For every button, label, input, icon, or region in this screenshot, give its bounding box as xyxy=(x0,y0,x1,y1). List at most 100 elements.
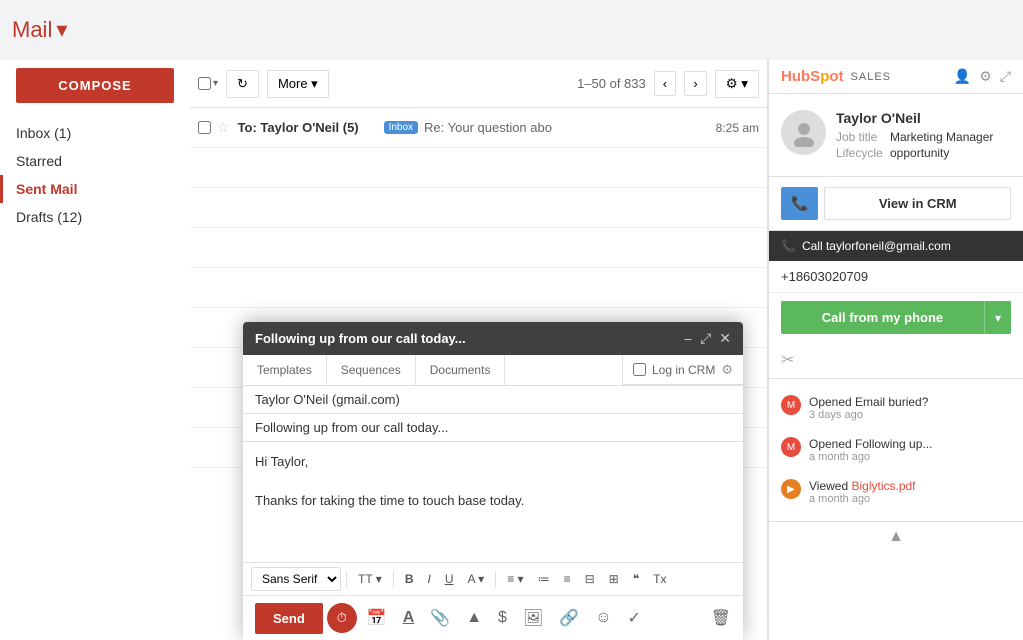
compose-close-button[interactable]: ✕ xyxy=(719,330,731,347)
ordered-list-button[interactable]: ≔ xyxy=(532,569,556,589)
outdent-button[interactable]: ⊞ xyxy=(603,569,625,589)
text-button[interactable]: A xyxy=(397,603,421,633)
clear-format-button[interactable]: Tx xyxy=(647,569,672,589)
phone-button[interactable]: 📞 xyxy=(781,187,818,220)
compose-header-icons: − ⤢ ✕ xyxy=(684,330,731,347)
sidebar-item-starred[interactable]: Starred xyxy=(0,147,190,175)
star-icon[interactable]: ☆ xyxy=(217,119,230,136)
job-title-row: Job title Marketing Manager xyxy=(836,130,1011,144)
compose-modal: Following up from our call today... − ⤢ … xyxy=(243,322,743,640)
select-all-wrapper[interactable]: ▾ xyxy=(198,77,218,90)
select-all-checkbox[interactable] xyxy=(198,77,211,90)
tools-icon: ✂ xyxy=(781,352,794,369)
schedule-button[interactable]: ⏱ xyxy=(327,603,357,633)
mail-title-text: Mail xyxy=(12,17,52,43)
text-size-button[interactable]: TT ▾ xyxy=(352,569,388,589)
scroll-up-section: ▲ xyxy=(769,521,1023,552)
compose-header[interactable]: Following up from our call today... − ⤢ … xyxy=(243,322,743,355)
log-in-crm-checkbox[interactable] xyxy=(633,363,646,376)
hubspot-action-button[interactable]: ✓ xyxy=(622,602,647,634)
sidebar-item-sent[interactable]: Sent Mail xyxy=(0,175,190,203)
bold-button[interactable]: B xyxy=(399,569,420,589)
tab-templates[interactable]: Templates xyxy=(243,355,327,385)
dropdown-caret-icon: ▾ xyxy=(995,311,1001,325)
tools-section: ✂ xyxy=(769,342,1023,378)
next-page-button[interactable]: › xyxy=(684,71,706,96)
gear-icon[interactable]: ⚙ xyxy=(721,362,733,378)
activity-feed: M Opened Email buried? 3 days ago M Open… xyxy=(769,379,1023,521)
call-from-dropdown-button[interactable]: ▾ xyxy=(984,301,1011,334)
scroll-up-button[interactable]: ▲ xyxy=(888,528,904,546)
compose-to-field: Taylor O'Neil (gmail.com) xyxy=(243,386,743,414)
table-row[interactable]: ☆ To: Taylor O'Neil (5) Inbox Re: Your q… xyxy=(190,108,767,148)
compose-actions: Send ⏱ 📅 A 📎 ▲ $ 🖼 🔗 ☺ ✓ 🗑 xyxy=(243,595,743,640)
refresh-button[interactable]: ↻ xyxy=(226,70,259,98)
compose-body[interactable]: Hi Taylor, Thanks for taking the time to… xyxy=(243,442,743,562)
hubspot-settings-button[interactable]: ⚙ xyxy=(979,68,992,85)
lifecycle-label: Lifecycle xyxy=(836,146,886,160)
quote-button[interactable]: ❝ xyxy=(627,569,645,589)
lifecycle-value: opportunity xyxy=(890,146,949,160)
send-button[interactable]: Send xyxy=(255,603,323,634)
settings-button[interactable]: ⚙ ▾ xyxy=(715,70,759,98)
compose-tabs: Templates Sequences Documents Log in CRM… xyxy=(243,355,743,386)
mail-title[interactable]: Mail ▾ xyxy=(12,17,67,43)
activity-link[interactable]: Biglytics.pdf xyxy=(851,479,915,493)
activity-time: 3 days ago xyxy=(809,409,1011,421)
contact-name: Taylor O'Neil xyxy=(836,110,1011,126)
drive-button[interactable]: ▲ xyxy=(460,603,488,633)
align-button[interactable]: ≡ ▾ xyxy=(501,569,529,589)
table-row[interactable] xyxy=(190,228,767,268)
image-button[interactable]: 🖼 xyxy=(517,602,549,634)
italic-button[interactable]: I xyxy=(421,569,436,589)
hubspot-person-button[interactable]: 👤 xyxy=(954,68,971,85)
pagination-text: 1–50 of 833 xyxy=(577,76,646,91)
mail-header: Mail ▾ xyxy=(0,0,1023,60)
emoji-button[interactable]: ☺ xyxy=(589,603,617,633)
email-badge: Inbox xyxy=(384,121,418,134)
hubspot-logo: HubSpot SALES xyxy=(781,68,891,85)
tab-sequences[interactable]: Sequences xyxy=(327,355,416,385)
call-from-button[interactable]: Call from my phone xyxy=(781,301,984,334)
delete-button[interactable]: 🗑 xyxy=(711,608,731,628)
activity-content: Opened Email buried? 3 days ago xyxy=(809,395,1011,421)
compose-header-title: Following up from our call today... xyxy=(255,331,466,346)
compose-minimize-button[interactable]: − xyxy=(684,330,692,347)
table-row[interactable] xyxy=(190,188,767,228)
compose-expand-button[interactable]: ⤢ xyxy=(700,330,711,347)
view-crm-button[interactable]: View in CRM xyxy=(824,187,1011,220)
tab-documents[interactable]: Documents xyxy=(416,355,506,385)
underline-button[interactable]: U xyxy=(439,569,460,589)
link-button[interactable]: 🔗 xyxy=(553,602,585,634)
sidebar-item-inbox[interactable]: Inbox (1) xyxy=(0,119,190,147)
row-checkbox[interactable] xyxy=(198,121,211,134)
unordered-list-button[interactable]: ≡ xyxy=(558,569,577,589)
hubspot-expand-button[interactable]: ⤢ xyxy=(1000,68,1011,85)
indent-button[interactable]: ⊟ xyxy=(579,569,601,589)
compose-button[interactable]: COMPOSE xyxy=(16,68,174,103)
email-time: 8:25 am xyxy=(716,121,759,135)
more-button[interactable]: More ▾ xyxy=(267,70,329,98)
job-title-value: Marketing Manager xyxy=(890,130,993,144)
activity-item: M Opened Following up... a month ago xyxy=(769,429,1023,471)
select-all-caret-icon[interactable]: ▾ xyxy=(213,78,218,89)
font-family-select[interactable]: Sans Serif xyxy=(251,567,341,591)
avatar xyxy=(781,110,826,155)
compose-to-value: Taylor O'Neil (gmail.com) xyxy=(255,392,400,407)
call-icon: 📞 xyxy=(781,239,796,253)
calendar-button[interactable]: 📅 xyxy=(361,602,393,634)
activity-title: Viewed Biglytics.pdf xyxy=(809,479,1011,493)
prev-page-button[interactable]: ‹ xyxy=(654,71,676,96)
dollar-button[interactable]: $ xyxy=(492,603,513,633)
compose-body-line1: Hi Taylor, xyxy=(255,452,731,472)
sidebar-item-drafts[interactable]: Drafts (12) xyxy=(0,203,190,231)
table-row[interactable] xyxy=(190,148,767,188)
font-color-button[interactable]: A ▾ xyxy=(462,569,491,589)
compose-body-line3: Thanks for taking the time to touch base… xyxy=(255,491,731,511)
compose-subject-field[interactable]: Following up from our call today... xyxy=(243,414,743,442)
call-phone-number: +18603020709 xyxy=(769,261,1023,293)
attach-button[interactable]: 📎 xyxy=(424,602,456,634)
contact-details: Taylor O'Neil Job title Marketing Manage… xyxy=(836,110,1011,160)
sidebar: COMPOSE Inbox (1) Starred Sent Mail Draf… xyxy=(0,60,190,640)
table-row[interactable] xyxy=(190,268,767,308)
